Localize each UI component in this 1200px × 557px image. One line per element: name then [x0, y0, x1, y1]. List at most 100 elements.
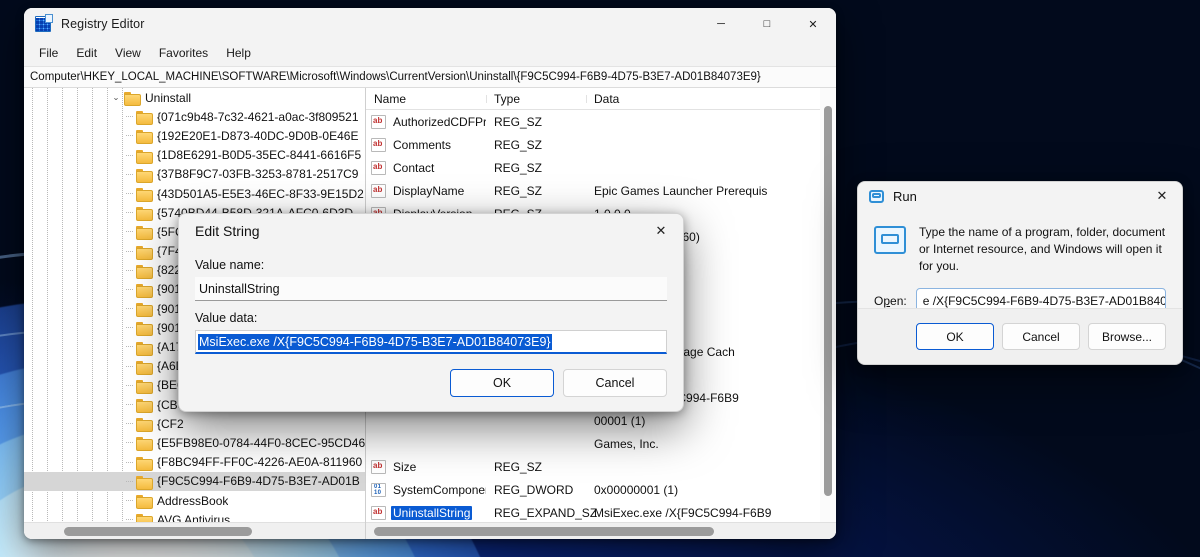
folder-icon — [136, 168, 152, 181]
column-header-type[interactable]: Type — [486, 92, 586, 106]
tree-item[interactable]: {1D8E6291-B0D5-35EC-8441-6616F5 — [24, 146, 365, 165]
edit-string-ok-button[interactable]: OK — [450, 369, 554, 397]
values-row[interactable]: SizeREG_SZ — [366, 455, 836, 478]
folder-icon — [136, 264, 152, 277]
tree-item[interactable]: {E5FB98E0-0784-44F0-8CEC-95CD46 — [24, 433, 365, 452]
value-name-cell: UninstallString — [366, 506, 486, 520]
folder-icon — [136, 187, 152, 200]
tree-item[interactable]: {071c9b48-7c32-4621-a0ac-3f809521 — [24, 107, 365, 126]
value-name-text: SystemComponent — [391, 483, 486, 497]
string-value-icon — [371, 184, 386, 198]
tree-item[interactable]: AVG Antivirus — [24, 510, 365, 522]
folder-icon — [136, 149, 152, 162]
run-buttons: OK Cancel Browse... — [858, 308, 1182, 364]
run-close-icon[interactable]: ✕ — [1142, 182, 1182, 210]
edit-string-buttons: OK Cancel — [195, 369, 667, 397]
edit-string-cancel-button[interactable]: Cancel — [563, 369, 667, 397]
tree-branch-line — [122, 357, 136, 376]
value-name-cell: SystemComponent — [366, 483, 486, 497]
folder-icon — [136, 129, 152, 142]
run-browse-button[interactable]: Browse... — [1088, 323, 1166, 350]
dword-value-icon — [371, 483, 386, 497]
folder-icon — [136, 110, 152, 123]
menu-item-favorites[interactable]: Favorites — [150, 43, 217, 63]
value-name-label: Value name: — [195, 258, 667, 272]
values-row[interactable]: DisplayNameREG_SZEpic Games Launcher Pre… — [366, 179, 836, 202]
folder-icon — [136, 302, 152, 315]
value-name-cell: Contact — [366, 161, 486, 175]
tree-branch-line — [122, 146, 136, 165]
folder-icon — [136, 360, 152, 373]
window-controls[interactable]: ─ □ ✕ — [698, 8, 836, 40]
title-bar[interactable]: Registry Editor ─ □ ✕ — [24, 8, 836, 40]
values-row[interactable]: SystemComponentREG_DWORD0x00000001 (1) — [366, 478, 836, 501]
folder-icon — [136, 456, 152, 469]
values-horizontal-scrollbar[interactable] — [366, 522, 836, 539]
value-type-cell: REG_SZ — [486, 138, 586, 152]
menu-item-file[interactable]: File — [30, 43, 67, 63]
string-value-icon — [371, 138, 386, 152]
tree-item-root[interactable]: ⌄Uninstall — [24, 88, 365, 107]
values-row[interactable]: 00001 (1) — [366, 409, 836, 432]
run-large-icon — [874, 226, 906, 254]
column-header-name[interactable]: Name — [366, 92, 486, 106]
run-title: Run — [893, 189, 917, 204]
tree-branch-line — [122, 222, 136, 241]
values-row[interactable]: UninstallStringREG_EXPAND_SZMsiExec.exe … — [366, 501, 836, 522]
close-button[interactable]: ✕ — [790, 8, 836, 40]
run-cancel-button[interactable]: Cancel — [1002, 323, 1080, 350]
tree-item-label: {37B8F9C7-03FB-3253-8781-2517C9 — [157, 167, 358, 181]
column-header-data[interactable]: Data — [586, 92, 836, 106]
values-vertical-scrollbar[interactable] — [820, 88, 836, 522]
value-name-cell: AuthorizedCDFPrefix — [366, 115, 486, 129]
list-header[interactable]: Name Type Data — [366, 88, 836, 110]
folder-icon — [136, 379, 152, 392]
value-data-input[interactable]: MsiExec.exe /X{F9C5C994-F6B9-4D75-B3E7-A… — [195, 330, 667, 354]
tree-item-label: {43D501A5-E5E3-46EC-8F33-9E15D2 — [157, 187, 364, 201]
tree-item-label: {E5FB98E0-0784-44F0-8CEC-95CD46 — [157, 436, 365, 450]
tree-item[interactable]: {CF2 — [24, 414, 365, 433]
values-row[interactable]: Games, Inc. — [366, 432, 836, 455]
tree-item[interactable]: {43D501A5-E5E3-46EC-8F33-9E15D2 — [24, 184, 365, 203]
tree-branch-line — [122, 414, 136, 433]
value-name-text: DisplayName — [391, 184, 466, 198]
minimize-button[interactable]: ─ — [698, 8, 744, 40]
tree-item[interactable]: {192E20E1-D873-40DC-9D0B-0E46E — [24, 126, 365, 145]
run-title-bar[interactable]: Run ✕ — [858, 182, 1182, 210]
chevron-down-icon[interactable]: ⌄ — [108, 93, 124, 103]
edit-string-close-icon[interactable]: ✕ — [639, 214, 683, 248]
value-data-cell: 0x00000001 (1) — [586, 483, 836, 497]
value-type-cell: REG_DWORD — [486, 483, 586, 497]
menu-bar[interactable]: File Edit View Favorites Help — [24, 40, 836, 66]
string-value-icon — [371, 115, 386, 129]
string-value-icon — [371, 460, 386, 474]
value-type-cell: REG_SZ — [486, 115, 586, 129]
run-ok-button[interactable]: OK — [916, 323, 994, 350]
tree-item[interactable]: {F8BC94FF-FF0C-4226-AE0A-811960 — [24, 453, 365, 472]
tree-horizontal-scrollbar[interactable] — [24, 522, 365, 539]
maximize-button[interactable]: □ — [744, 8, 790, 40]
tree-branch-line — [122, 395, 136, 414]
edit-string-title-bar[interactable]: Edit String ✕ — [179, 214, 683, 248]
folder-icon — [136, 513, 152, 522]
tree-branch-line — [122, 433, 136, 452]
tree-item[interactable]: {37B8F9C7-03FB-3253-8781-2517C9 — [24, 165, 365, 184]
values-row[interactable]: AuthorizedCDFPrefixREG_SZ — [366, 110, 836, 133]
run-open-label: Open: — [874, 294, 907, 308]
tree-branch-line — [122, 165, 136, 184]
menu-item-view[interactable]: View — [106, 43, 150, 63]
tree-branch-line — [122, 453, 136, 472]
values-row[interactable]: ContactREG_SZ — [366, 156, 836, 179]
value-name-input[interactable]: UninstallString — [195, 277, 667, 301]
folder-icon — [136, 283, 152, 296]
tree-item[interactable]: AddressBook — [24, 491, 365, 510]
values-row[interactable]: CommentsREG_SZ — [366, 133, 836, 156]
menu-item-help[interactable]: Help — [217, 43, 260, 63]
folder-icon — [136, 225, 152, 238]
tree-item[interactable]: {F9C5C994-F6B9-4D75-B3E7-AD01B — [24, 472, 365, 491]
edit-string-dialog[interactable]: Edit String ✕ Value name: UninstallStrin… — [178, 213, 684, 412]
value-name-text: Size — [391, 460, 418, 474]
menu-item-edit[interactable]: Edit — [67, 43, 106, 63]
address-bar[interactable]: Computer\HKEY_LOCAL_MACHINE\SOFTWARE\Mic… — [24, 66, 836, 88]
run-dialog[interactable]: Run ✕ Type the name of a program, folder… — [857, 181, 1183, 365]
